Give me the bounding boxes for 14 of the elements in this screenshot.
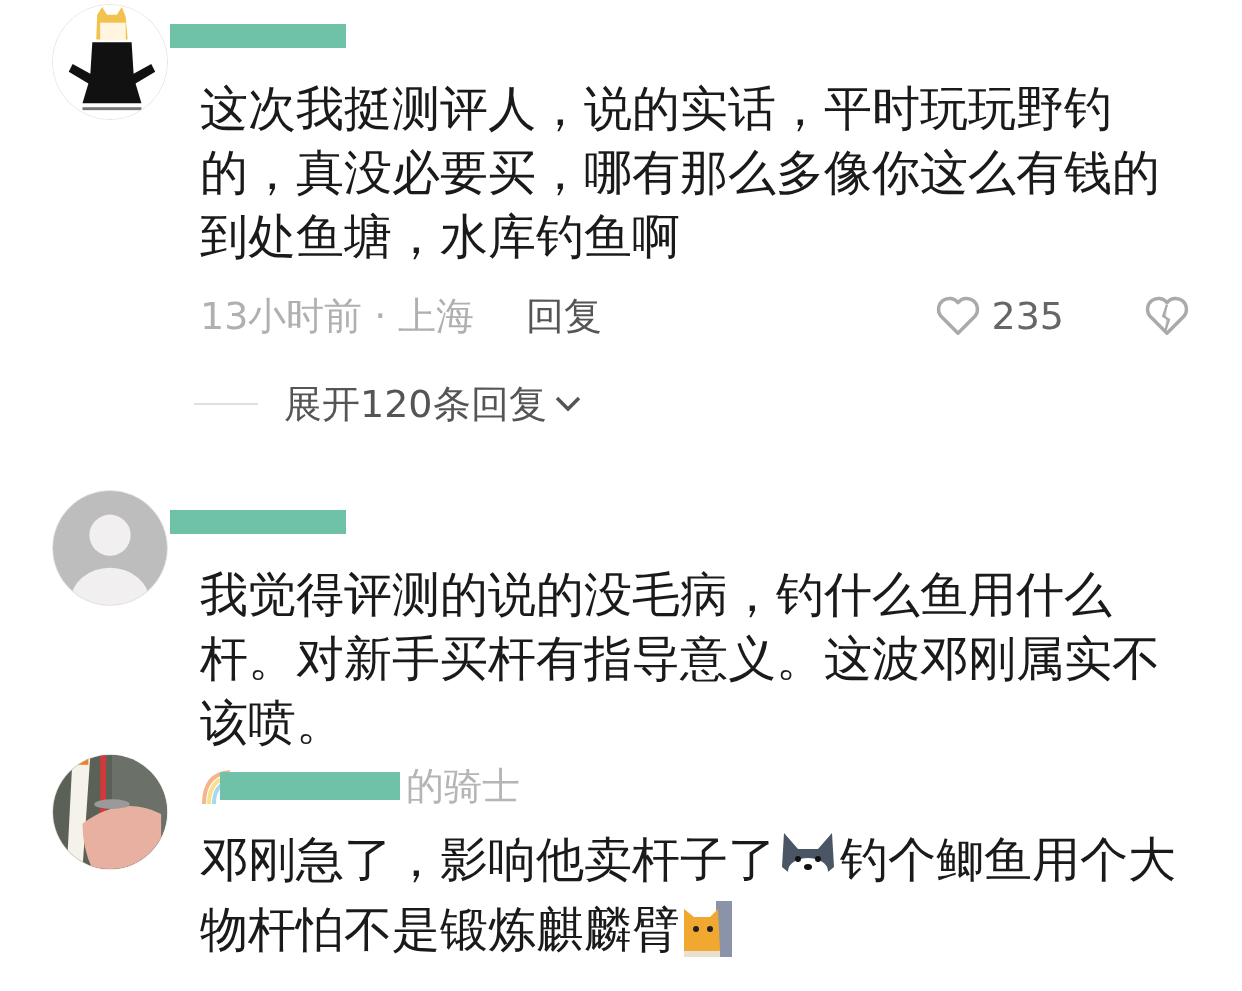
comment-location: 上海 — [398, 292, 475, 340]
comment-text: 我觉得评测的说的没毛病，钓什么鱼用什么杆。对新手买杆有指导意义。这波邓刚属实不该喷。 — [200, 566, 1160, 750]
separator-dot: · — [374, 292, 387, 340]
comment-text: 物杆怕不是锻炼麒麟臂 — [200, 900, 680, 959]
expand-replies-button[interactable]: 展开120条回复 — [284, 375, 583, 433]
comment-text: 钓个鲫鱼用个大 — [840, 830, 1176, 889]
comment-text: 邓刚急了，影响他卖杆子了 — [200, 830, 776, 889]
like-count: 235 — [991, 292, 1064, 340]
comment-time: 13小时前 — [200, 292, 363, 340]
comment-text: 这次我挺测评人，说的实话，平时玩玩野钓的，真没必要买，哪有那么多像你这么有钱的到处鱼塘，水库钓鱼啊 — [200, 80, 1160, 264]
broken-heart-icon[interactable] — [1144, 295, 1190, 337]
cat-emoji-icon — [682, 901, 732, 957]
reply-button[interactable]: 回复 — [526, 287, 603, 345]
heart-icon[interactable] — [935, 295, 982, 337]
